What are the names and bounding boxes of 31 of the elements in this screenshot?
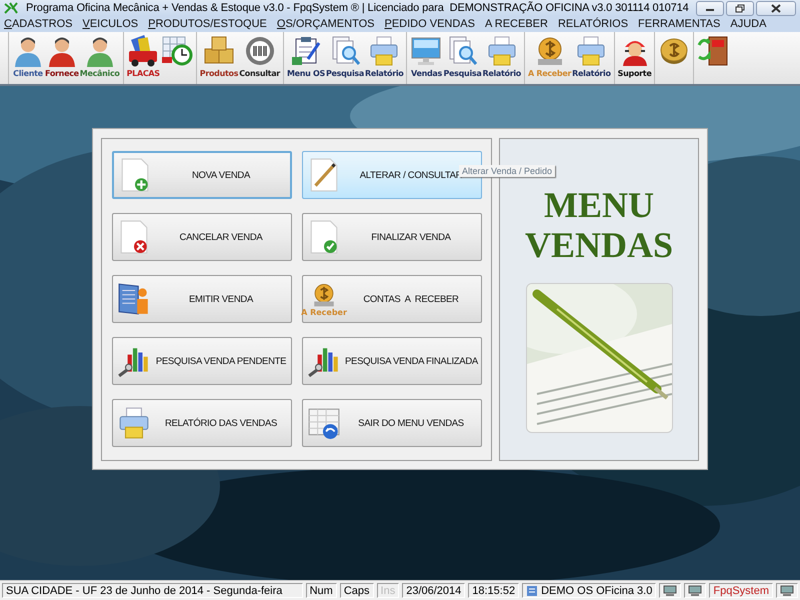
toolbar-label[interactable]: Mecânico xyxy=(80,69,120,78)
key-indicator: Num xyxy=(306,583,337,598)
menu-item[interactable]: FERRAMENTAS xyxy=(638,18,720,30)
menu-item[interactable]: VEICULOS xyxy=(82,18,138,30)
status-text: 18:15:52 xyxy=(468,583,520,598)
menu-item[interactable]: RELATÓRIOS xyxy=(558,18,628,30)
brand-label: FpqSystem xyxy=(709,583,773,598)
toolbar-label[interactable]: Relatório xyxy=(482,69,521,78)
toolbar-label[interactable]: Relatório xyxy=(572,69,611,78)
toolbar-label[interactable]: Relatório xyxy=(364,69,404,78)
toolbar-label[interactable]: Pesquisa xyxy=(443,69,482,78)
window-title: Programa Oficina Mecânica + Vendas & Estoque v3.0 - FpqSystem ® | Licenciado para DEMONSTRAÇÃO OFICINA v3.0 301114 010714 xyxy=(26,2,690,14)
menu-item[interactable]: OS/ORÇAMENTOS xyxy=(276,18,374,30)
toolbar-label[interactable]: Fornece xyxy=(45,69,79,78)
status-text: DEMO OS OFicina 3.0 xyxy=(541,584,652,596)
menu-item[interactable]: CADASTROS xyxy=(4,18,72,30)
menu-item[interactable]: PRODUTOS/ESTOQUE xyxy=(148,18,267,30)
menu-item[interactable]: AJUDA xyxy=(730,18,766,30)
menu-item[interactable]: PEDIDO VENDAS xyxy=(384,18,475,30)
menu-item[interactable]: A RECEBER xyxy=(484,18,548,30)
toolbar-label[interactable]: Produtos xyxy=(200,69,238,78)
key-indicator: Caps xyxy=(340,583,374,598)
toolbar-label[interactable]: Cliente xyxy=(13,69,43,78)
toolbar-label[interactable]: Pesquisa xyxy=(326,69,364,78)
toolbar-label[interactable]: PLACAS xyxy=(126,69,160,78)
toolbar-label[interactable]: Vendas xyxy=(411,69,442,78)
toolbar-label[interactable]: Consultar xyxy=(239,69,280,78)
toolbar-label[interactable]: Menu OS xyxy=(286,69,325,78)
toolbar-label[interactable]: Suporte xyxy=(618,69,652,78)
status-text: SUA CIDADE - UF 23 de Junho de 2014 - Segunda-feira xyxy=(2,583,303,598)
status-text: 23/06/2014 xyxy=(402,583,466,598)
